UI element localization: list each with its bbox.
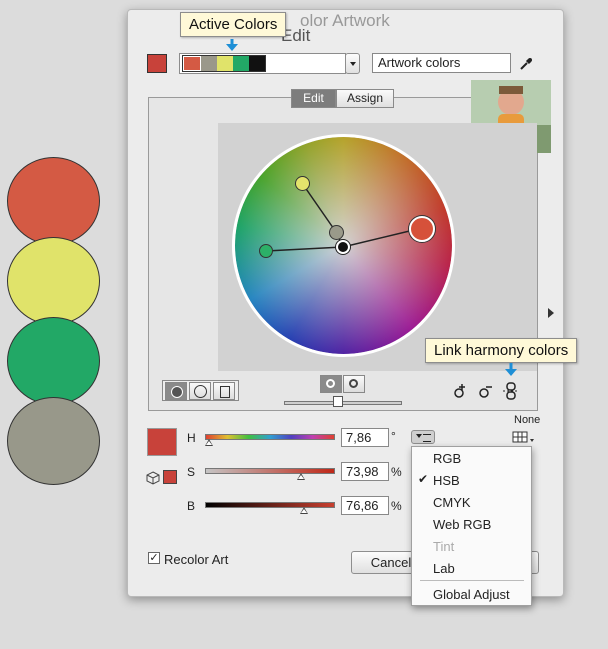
arrow-down-icon-2 — [505, 363, 517, 376]
recolor-art-checkbox[interactable]: ✓ — [148, 552, 160, 564]
menu-item-lab-label: Lab — [433, 561, 455, 576]
menu-lines-icon — [423, 434, 431, 442]
menu-item-global-adjust-label: Global Adjust — [433, 587, 510, 602]
add-color-tool-icon[interactable] — [451, 383, 467, 399]
tab-edit-label: Edit — [303, 91, 324, 105]
menu-list-icon — [416, 434, 422, 438]
eyedropper-icon[interactable] — [518, 56, 534, 72]
hue-value: 7,86 — [346, 430, 372, 445]
saturation-value: 73,98 — [346, 464, 379, 479]
show-saturation-button[interactable] — [343, 375, 365, 393]
group-name-field[interactable]: Artwork colors — [372, 53, 511, 73]
menu-item-hsb[interactable]: HSB — [433, 473, 460, 488]
swatch-library-icon[interactable] — [512, 431, 536, 445]
swatch-gray — [7, 397, 100, 485]
tab-assign-label: Assign — [346, 91, 384, 105]
out-of-gamut-cube-icon[interactable] — [146, 471, 160, 485]
hue-input[interactable]: 7,86 — [341, 428, 389, 447]
arrow-down-icon — [226, 39, 238, 51]
circle-icon — [171, 386, 183, 398]
menu-item-global-adjust[interactable]: Global Adjust — [433, 587, 510, 602]
wheel-marker-base[interactable] — [409, 216, 435, 242]
wheel-marker-green[interactable] — [259, 244, 273, 258]
strip-color-red[interactable] — [183, 56, 201, 71]
menu-item-web-rgb[interactable]: Web RGB — [433, 517, 491, 532]
tab-assign[interactable]: Assign — [336, 89, 394, 108]
link-harmony-icon[interactable] — [502, 382, 520, 400]
color-mode-menu: RGB ✔ HSB CMYK Web RGB Tint Lab Global A… — [411, 446, 532, 606]
wheel-marker-yellow[interactable] — [295, 176, 310, 191]
menu-item-tint-label: Tint — [433, 539, 455, 554]
tab-edit[interactable]: Edit — [291, 89, 336, 108]
remove-color-tool-icon[interactable] — [477, 383, 493, 399]
saturation-slider[interactable] — [205, 468, 335, 474]
tooltip-active-colors-text: Active Colors — [189, 16, 278, 33]
b-label: B — [187, 499, 196, 513]
wheel-center[interactable] — [336, 240, 350, 254]
group-name-text: Artwork colors — [378, 55, 461, 70]
active-color-strip[interactable] — [182, 55, 266, 72]
saturation-slider-thumb[interactable] — [297, 473, 305, 480]
s-label: S — [187, 465, 196, 479]
brightness-value-slider-thumb[interactable] — [300, 507, 308, 514]
active-colors-dropdown[interactable] — [345, 53, 360, 74]
none-label: None — [514, 414, 541, 426]
strip-color-green[interactable] — [233, 56, 249, 71]
brightness-unit: % — [391, 499, 402, 513]
tooltip-active-colors: Active Colors — [180, 12, 287, 37]
cancel-button-label: Cancel — [370, 555, 412, 570]
color-mode-menu-button[interactable] — [411, 430, 435, 444]
menu-item-web-rgb-label: Web RGB — [433, 517, 492, 532]
menu-item-cmyk-label: CMYK — [433, 495, 471, 510]
segmented-wheel-button[interactable] — [189, 382, 211, 400]
tooltip-link-harmony-text: Link harmony colors — [434, 342, 569, 359]
checkmark-icon: ✔ — [418, 472, 429, 486]
color-preview-swatch[interactable] — [147, 428, 177, 456]
hue-slider-thumb[interactable] — [205, 439, 213, 446]
dialog-title: olor Artwork — [300, 11, 390, 30]
saturation-unit: % — [391, 465, 402, 479]
hue-unit: ° — [391, 429, 396, 443]
show-brightness-button[interactable] — [320, 375, 342, 393]
strip-color-black[interactable] — [249, 56, 265, 71]
strip-color-gray[interactable] — [201, 56, 217, 71]
brightness-slider-thumb[interactable] — [333, 396, 343, 407]
expand-arrow-icon[interactable] — [548, 308, 554, 318]
menu-item-rgb-label: RGB — [433, 451, 462, 466]
in-gamut-swatch[interactable] — [163, 470, 177, 484]
swatch-yellow — [7, 237, 100, 325]
color-bars-button[interactable] — [213, 382, 235, 400]
chevron-down-icon — [349, 62, 356, 66]
menu-divider — [420, 580, 524, 581]
h-label: H — [187, 431, 196, 445]
strip-color-yellow[interactable] — [217, 56, 233, 71]
menu-item-tint: Tint — [433, 539, 454, 554]
brightness-input[interactable]: 76,86 — [341, 496, 389, 515]
smooth-wheel-button[interactable] — [165, 382, 187, 400]
sun-icon — [326, 379, 335, 388]
wheel-marker-gray[interactable] — [329, 225, 344, 240]
segmented-circle-icon — [194, 385, 207, 398]
hue-slider[interactable] — [205, 434, 335, 440]
menu-item-rgb[interactable]: RGB — [433, 451, 461, 466]
brightness-value-slider[interactable] — [205, 502, 335, 508]
current-color-swatch[interactable] — [147, 54, 167, 73]
sun-outline-icon — [349, 379, 358, 388]
bars-icon — [220, 386, 230, 398]
saturation-input[interactable]: 73,98 — [341, 462, 389, 481]
menu-item-cmyk[interactable]: CMYK — [433, 495, 471, 510]
recolor-art-label: Recolor Art — [164, 552, 229, 567]
brightness-slider[interactable] — [284, 401, 402, 405]
menu-item-lab[interactable]: Lab — [433, 561, 455, 576]
menu-item-hsb-label: HSB — [433, 473, 460, 488]
tooltip-link-harmony: Link harmony colors — [425, 338, 578, 363]
brightness-value: 76,86 — [346, 498, 379, 513]
swatch-green — [7, 317, 100, 405]
swatch-red — [7, 157, 100, 245]
